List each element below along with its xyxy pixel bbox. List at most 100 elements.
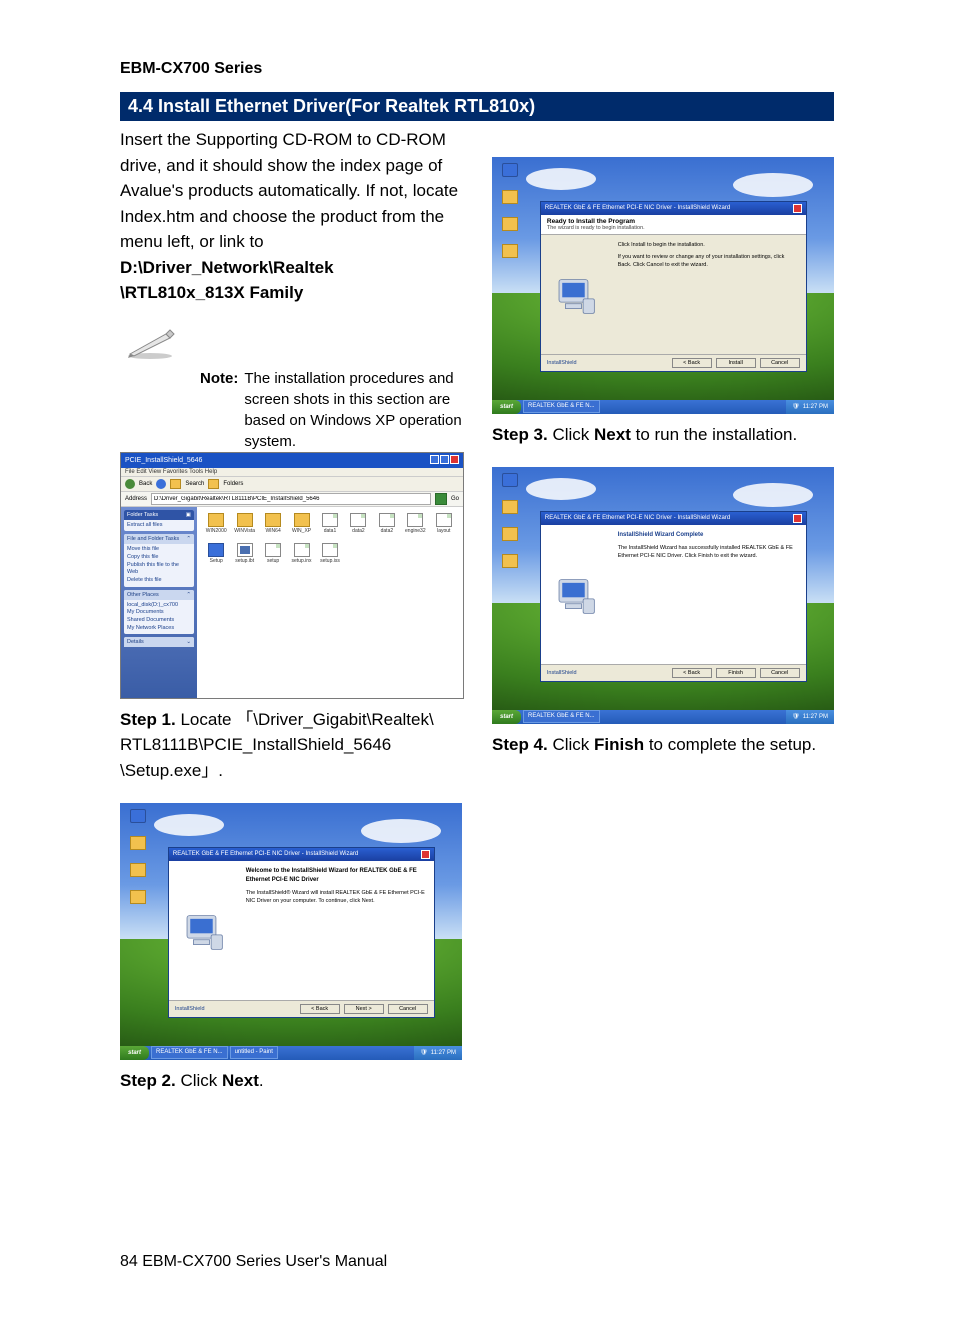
status-text: InstallShield (547, 360, 577, 366)
taskbar-item[interactable]: REALTEK GbE & FE N... (523, 400, 600, 413)
toolbar[interactable]: Back Search Folders (121, 476, 463, 492)
cancel-button[interactable]: Cancel (760, 358, 800, 368)
installer-dialog: REALTEK GbE & FE Ethernet PCI-E NIC Driv… (540, 511, 807, 683)
step3-keyword: Next (594, 425, 631, 444)
step4-text-b: to complete the setup. (644, 735, 816, 754)
up-icon[interactable] (170, 479, 181, 489)
welcome-heading: Welcome to the InstallShield Wizard for … (246, 867, 426, 885)
intro-paragraph: Insert the Supporting CD-ROM to CD-ROM d… (120, 127, 462, 306)
page-footer: 84 EBM-CX700 Series User's Manual (120, 1253, 834, 1271)
back-button: < Back (300, 1004, 340, 1014)
file-item[interactable]: WINVista (231, 513, 257, 541)
file-item[interactable]: setup.iss (317, 543, 343, 571)
back-label: Back (139, 481, 152, 487)
install-button[interactable]: Install (716, 358, 756, 368)
start-button[interactable]: start (492, 710, 521, 724)
step3-caption: Step 3. Click Next to run the installati… (492, 422, 834, 448)
note-label: Note: (200, 368, 238, 452)
search-label[interactable]: Search (185, 481, 204, 487)
file-item[interactable]: Setup (203, 543, 229, 571)
file-item[interactable]: WIN2000 (203, 513, 229, 541)
task-extract[interactable]: Extract all files (127, 522, 191, 530)
step3-text-b: to run the installation. (631, 425, 797, 444)
ready-body2: If you want to review or change any of y… (618, 253, 798, 270)
panel4-title: Details (127, 639, 144, 645)
file-item[interactable]: data1 (317, 513, 343, 541)
place-local[interactable]: local_disk(D:)_cx700 (127, 602, 191, 610)
section-heading: 4.4 Install Ethernet Driver(For Realtek … (120, 92, 834, 121)
address-input[interactable] (151, 493, 431, 505)
step2-keyword: Next (222, 1071, 259, 1090)
place-shared[interactable]: Shared Documents (127, 617, 191, 625)
clock: 11:27 PM (803, 714, 828, 720)
go-button[interactable] (435, 493, 447, 505)
next-button[interactable]: Next > (344, 1004, 384, 1014)
file-item[interactable]: setup (260, 543, 286, 571)
back-button[interactable]: < Back (672, 358, 712, 368)
pen-icon (120, 326, 180, 360)
panel-other-places[interactable]: Other Places⌃ (124, 590, 194, 600)
start-button[interactable]: start (492, 400, 521, 414)
file-item[interactable]: WIN64 (260, 513, 286, 541)
window-titlebar: PCIE_InstallShield_5646 (121, 453, 463, 468)
system-tray[interactable]: 🛡11:27 PM (414, 1046, 462, 1060)
task-copy[interactable]: Copy this file (127, 554, 191, 562)
note-block: Note: The installation procedures and sc… (200, 368, 462, 452)
complete-heading: InstallShield Wizard Complete (618, 531, 798, 540)
panel-file-tasks[interactable]: File and Folder Tasks⌃ (124, 534, 194, 544)
intro-path: D:\Driver_Network\Realtek \RTL810x_813X … (120, 258, 334, 303)
folders-icon[interactable] (208, 479, 219, 489)
panel-details[interactable]: Details⌄ (124, 637, 194, 647)
dialog-title: REALTEK GbE & FE Ethernet PCI-E NIC Driv… (173, 851, 358, 857)
taskbar-item[interactable]: REALTEK GbE & FE N... (523, 710, 600, 723)
taskbar-item[interactable]: untitled - Paint (230, 1046, 278, 1059)
step2-text-b: . (259, 1071, 264, 1090)
place-network[interactable]: My Network Places (127, 625, 191, 633)
task-publish[interactable]: Publish this file to the Web (127, 562, 191, 577)
close-icon[interactable] (793, 204, 802, 213)
go-label: Go (451, 496, 459, 502)
ready-heading: Ready to Install the Program (547, 218, 800, 225)
forward-icon[interactable] (156, 479, 166, 489)
clock: 11:27 PM (803, 404, 828, 410)
back-button: < Back (672, 668, 712, 678)
back-icon[interactable] (125, 479, 135, 489)
task-delete[interactable]: Delete this file (127, 577, 191, 585)
dialog-title: REALTEK GbE & FE Ethernet PCI-E NIC Driv… (545, 205, 730, 211)
step4-text-a: Click (548, 735, 594, 754)
place-mydocs[interactable]: My Documents (127, 609, 191, 617)
intro-text: Insert the Supporting CD-ROM to CD-ROM d… (120, 130, 458, 251)
cancel-button[interactable]: Cancel (388, 1004, 428, 1014)
menu-bar[interactable]: File Edit View Favorites Tools Help (121, 468, 463, 476)
system-tray[interactable]: 🛡11:27 PM (786, 710, 834, 724)
panel2-title: File and Folder Tasks (127, 536, 179, 542)
close-icon[interactable] (421, 850, 430, 859)
address-bar: Address Go (121, 492, 463, 507)
file-item[interactable]: engine32 (402, 513, 428, 541)
step4-keyword: Finish (594, 735, 644, 754)
panel-folder-tasks[interactable]: Folder Tasks▣ (124, 510, 194, 520)
step3-label: Step 3. (492, 425, 548, 444)
close-icon[interactable] (793, 514, 802, 523)
system-tray[interactable]: 🛡11:27 PM (786, 400, 834, 414)
ready-body1: Click Install to begin the installation. (618, 241, 798, 249)
explorer-window: PCIE_InstallShield_5646 File Edit View F… (120, 452, 464, 699)
file-item[interactable]: data2 (345, 513, 371, 541)
task-move[interactable]: Move this file (127, 546, 191, 554)
file-item[interactable]: data2 (374, 513, 400, 541)
finish-button[interactable]: Finish (716, 668, 756, 678)
file-item[interactable]: layout (431, 513, 457, 541)
panel1-title: Folder Tasks (127, 512, 158, 518)
file-item[interactable]: setup.ibt (231, 543, 257, 571)
explorer-sidebar: Folder Tasks▣ Extract all files File and… (121, 507, 197, 698)
step2-text-a: Click (176, 1071, 222, 1090)
file-item[interactable]: WIN_XP (288, 513, 314, 541)
folders-label[interactable]: Folders (223, 481, 243, 487)
note-icon-row (120, 326, 462, 360)
start-button[interactable]: start (120, 1046, 149, 1060)
taskbar-item[interactable]: REALTEK GbE & FE N... (151, 1046, 228, 1059)
file-item[interactable]: setup.inx (288, 543, 314, 571)
window-buttons[interactable] (429, 455, 459, 466)
left-column: Insert the Supporting CD-ROM to CD-ROM d… (120, 127, 462, 1113)
ready-subheading: The wizard is ready to begin installatio… (547, 225, 800, 231)
